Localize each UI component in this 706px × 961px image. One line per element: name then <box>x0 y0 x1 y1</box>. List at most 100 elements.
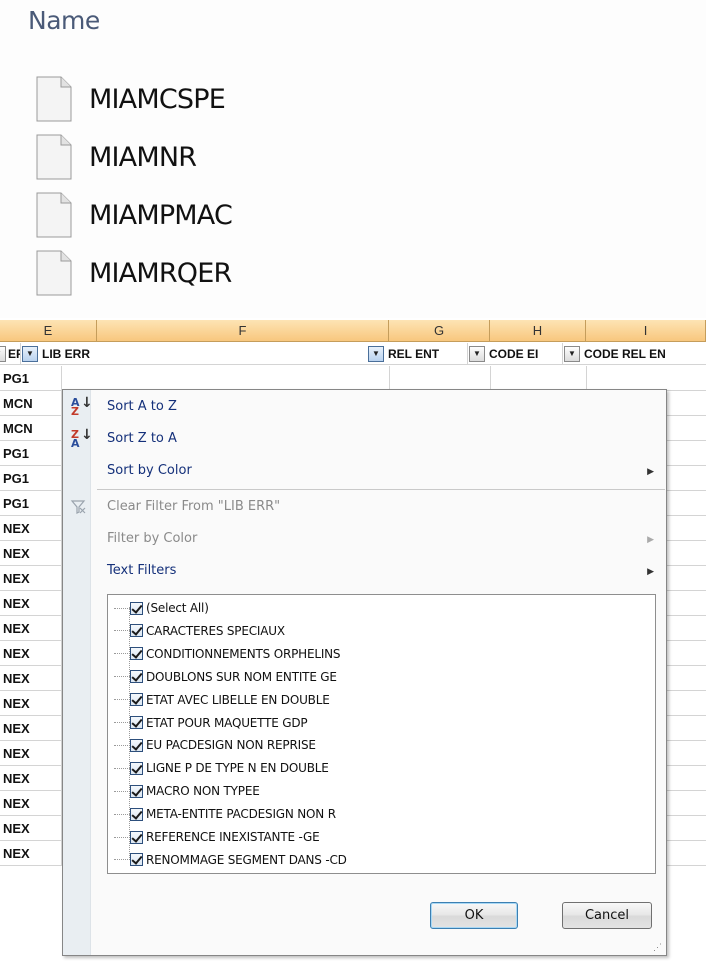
file-name: MIAMNR <box>89 141 197 173</box>
cell-e[interactable]: NEX <box>0 791 62 816</box>
column-header-i[interactable]: I <box>586 320 706 342</box>
filter-value-label: RENOMMAGE SEGMENT DANS -CD <box>146 852 347 867</box>
menu-label: Filter by Color <box>107 531 198 546</box>
filter-value-item[interactable]: REFERENCE INEXISTANTE -GE <box>108 826 320 848</box>
submenu-arrow-icon: ▶ <box>647 466 654 476</box>
tree-connector <box>114 676 130 678</box>
cell-e[interactable]: PG1 <box>0 366 62 391</box>
field-header-row: ▼ ERR ▼ LIB ERR ▼ REL ENT ▼ CODE EI ▼ CO… <box>0 343 706 365</box>
file-name: MIAMRQER <box>89 257 232 289</box>
cell-e[interactable]: NEX <box>0 516 62 541</box>
checkbox-checked[interactable] <box>130 693 143 707</box>
tree-connector <box>114 722 130 723</box>
cell-e[interactable]: NEX <box>0 591 62 616</box>
checkbox-checked[interactable] <box>130 624 143 638</box>
filter-value-label: EU PACDESIGN NON REPRISE <box>146 738 316 753</box>
field-header-f: LIB ERR <box>42 347 90 361</box>
cell-e[interactable]: NEX <box>0 741 62 766</box>
checkbox-checked[interactable] <box>130 601 143 615</box>
cell-e[interactable]: PG1 <box>0 491 62 516</box>
filter-value-item[interactable]: MACRO NON TYPEE <box>108 780 260 802</box>
cell-e[interactable]: NEX <box>0 766 62 791</box>
file-item[interactable]: MIAMNR <box>36 134 197 180</box>
filter-dropdown-f[interactable]: ▼ <box>368 346 384 362</box>
filter-dropdown-h[interactable]: ▼ <box>564 346 580 362</box>
tree-connector <box>114 836 130 838</box>
menu-label: Sort by Color <box>107 463 192 478</box>
cell-e[interactable]: NEX <box>0 666 62 691</box>
filter-value-item[interactable]: CONDITIONNEMENTS ORPHELINS <box>108 643 341 665</box>
filter-value-label: DOUBLONS SUR NOM ENTITE GE <box>146 669 337 684</box>
checkbox-checked[interactable] <box>130 830 143 844</box>
filter-dropdown-e[interactable]: ▼ <box>22 346 38 362</box>
field-header-i: CODE REL EN <box>584 347 666 361</box>
menu-filter-by-color[interactable]: Filter by Color ▶ <box>63 523 666 555</box>
file-explorer-list: Name MIAMCSPE MIAMNR MIAMPMAC MIAMRQER <box>0 0 706 318</box>
filter-value-label: LIGNE P DE TYPE N EN DOUBLE <box>146 761 329 776</box>
autofilter-dropdown: A Z ↓ Sort A to Z Z A ↓ Sort Z to A Sort… <box>62 389 667 956</box>
column-header-g[interactable]: G <box>389 320 490 342</box>
menu-sort-by-color[interactable]: Sort by Color ▶ <box>63 455 666 487</box>
column-header-bar: E F G H I <box>0 320 706 342</box>
sort-ascending-icon: A Z ↓ <box>71 395 93 418</box>
filter-dropdown-g[interactable]: ▼ <box>469 346 485 362</box>
column-header-h[interactable]: H <box>490 320 586 342</box>
field-header-g: REL ENT <box>386 343 468 365</box>
cell-e[interactable]: NEX <box>0 566 62 591</box>
filter-value-item[interactable]: RENOMMAGE SEGMENT DANS -CD <box>108 849 347 871</box>
cell-e[interactable]: MCN <box>0 391 62 416</box>
checkbox-checked[interactable] <box>130 738 143 752</box>
checkbox-checked[interactable] <box>130 807 143 821</box>
column-header-f[interactable]: F <box>97 320 389 342</box>
document-icon <box>36 134 72 180</box>
checkbox-checked[interactable] <box>130 670 143 684</box>
file-item[interactable]: MIAMRQER <box>36 250 232 296</box>
checkbox-checked[interactable] <box>130 647 143 661</box>
submenu-arrow-icon: ▶ <box>647 534 654 544</box>
cancel-button[interactable]: Cancel <box>562 902 652 929</box>
file-item[interactable]: MIAMCSPE <box>36 76 226 122</box>
menu-sort-a-to-z[interactable]: A Z ↓ Sort A to Z <box>63 391 666 423</box>
resize-grip-icon[interactable]: ⋰ <box>653 942 663 952</box>
filter-value-item[interactable]: META-ENTITE PACDESIGN NON R <box>108 803 336 825</box>
column-header-e[interactable]: E <box>0 320 97 342</box>
cell-e[interactable]: NEX <box>0 641 62 666</box>
filter-value-item[interactable]: CARACTERES SPECIAUX <box>108 620 285 642</box>
field-header-h: CODE EI <box>487 343 563 365</box>
cell-e[interactable]: NEX <box>0 816 62 841</box>
cell-e[interactable]: PG1 <box>0 441 62 466</box>
filter-value-item[interactable]: EU PACDESIGN NON REPRISE <box>108 734 316 756</box>
grid-line <box>389 366 390 391</box>
cell-e[interactable]: NEX <box>0 841 62 866</box>
cell-e[interactable]: MCN <box>0 416 62 441</box>
menu-sort-z-to-a[interactable]: Z A ↓ Sort Z to A <box>63 423 666 455</box>
cell-e[interactable]: NEX <box>0 691 62 716</box>
select-all-item[interactable]: (Select All) <box>108 597 209 619</box>
file-item[interactable]: MIAMPMAC <box>36 192 233 238</box>
ok-button[interactable]: OK <box>430 902 518 929</box>
checkbox-checked[interactable] <box>130 761 143 775</box>
tree-connector <box>114 630 130 632</box>
filter-value-label: META-ENTITE PACDESIGN NON R <box>146 807 336 822</box>
checkbox-checked[interactable] <box>130 784 143 798</box>
menu-text-filters[interactable]: Text Filters ▶ <box>63 555 666 587</box>
document-icon <box>36 250 72 296</box>
filter-value-item[interactable]: ETAT AVEC LIBELLE EN DOUBLE <box>108 689 330 711</box>
tree-connector <box>114 813 130 815</box>
tree-connector <box>114 699 130 701</box>
menu-clear-filter[interactable]: Clear Filter From "LIB ERR" <box>63 491 666 523</box>
name-column-header[interactable]: Name <box>28 6 100 35</box>
checkbox-checked[interactable] <box>130 716 143 729</box>
clear-filter-icon <box>69 498 87 516</box>
tree-connector <box>114 790 130 792</box>
cell-e[interactable]: NEX <box>0 616 62 641</box>
filter-value-list[interactable]: (Select All) CARACTERES SPECIAUX CONDITION… <box>107 594 656 874</box>
filter-value-item[interactable]: LIGNE P DE TYPE N EN DOUBLE <box>108 757 329 779</box>
filter-dropdown-d[interactable]: ▼ <box>0 346 6 362</box>
filter-value-item[interactable]: DOUBLONS SUR NOM ENTITE GE <box>108 666 337 688</box>
cell-e[interactable]: NEX <box>0 716 62 741</box>
cell-e[interactable]: PG1 <box>0 466 62 491</box>
checkbox-checked[interactable] <box>130 853 143 867</box>
cell-e[interactable]: NEX <box>0 541 62 566</box>
filter-value-item[interactable]: ETAT POUR MAQUETTE GDP <box>108 712 308 734</box>
